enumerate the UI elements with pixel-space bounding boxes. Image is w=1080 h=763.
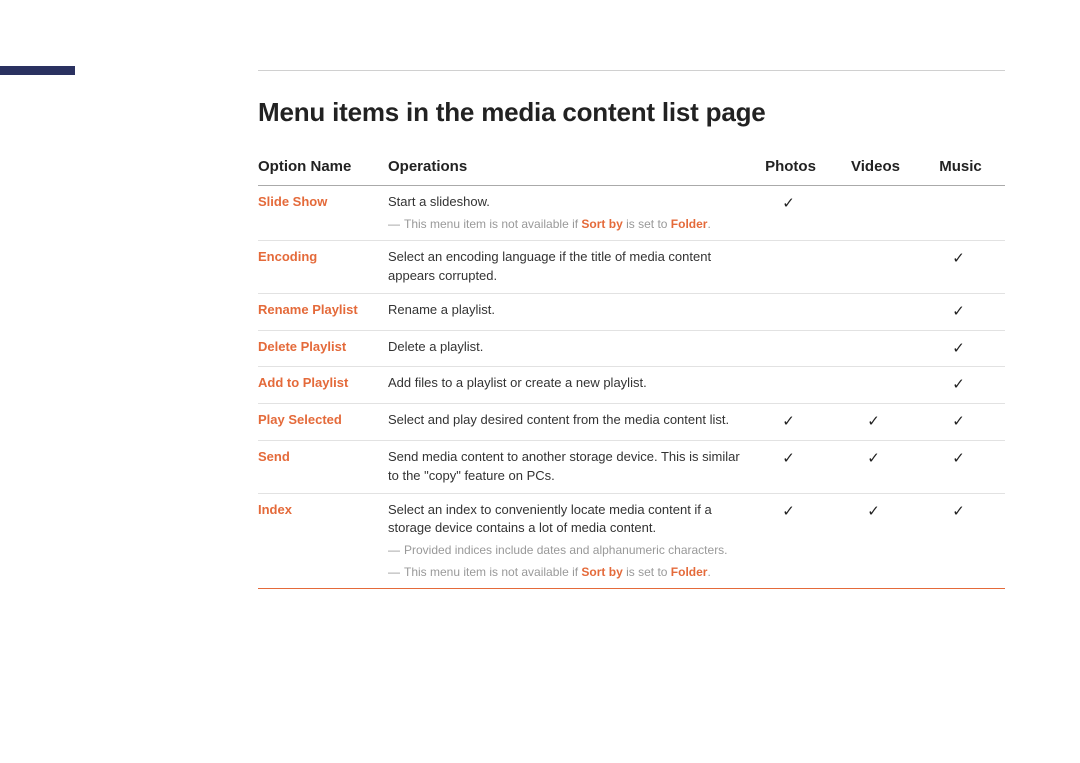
- check-icon: ✓: [782, 195, 795, 212]
- note-text: .: [707, 217, 710, 231]
- note-highlight: Sort by: [581, 217, 622, 231]
- videos-check: ✓: [835, 493, 920, 588]
- option-name: Delete Playlist: [258, 330, 388, 367]
- table-body: Slide ShowStart a slideshow. This menu it…: [258, 186, 1005, 589]
- check-icon: ✓: [782, 413, 795, 430]
- col-header-music: Music: [920, 150, 1005, 186]
- note-highlight: Sort by: [581, 565, 622, 579]
- check-icon: ✓: [952, 250, 965, 267]
- photos-check: [750, 330, 835, 367]
- operation-text: Delete a playlist.: [388, 338, 742, 357]
- table-row: Delete PlaylistDelete a playlist. ✓: [258, 330, 1005, 367]
- videos-check: [835, 186, 920, 241]
- note-highlight: Folder: [671, 217, 708, 231]
- note-text: is set to: [623, 565, 671, 579]
- music-check: ✓: [920, 330, 1005, 367]
- check-icon: ✓: [952, 303, 965, 320]
- operation-cell: Rename a playlist.: [388, 293, 750, 330]
- operation-text: Select an encoding language if the title…: [388, 248, 742, 286]
- check-icon: ✓: [782, 450, 795, 467]
- option-name: Send: [258, 440, 388, 493]
- option-name: Rename Playlist: [258, 293, 388, 330]
- operation-cell: Select and play desired content from the…: [388, 404, 750, 441]
- options-table: Option Name Operations Photos Videos Mus…: [258, 150, 1005, 589]
- note: Provided indices include dates and alpha…: [388, 542, 742, 559]
- operation-text: Send media content to another storage de…: [388, 448, 742, 486]
- check-icon: ✓: [867, 413, 880, 430]
- page: Menu items in the media content list pag…: [0, 0, 1080, 763]
- music-check: [920, 186, 1005, 241]
- photos-check: ✓: [750, 493, 835, 588]
- table-row: Play SelectedSelect and play desired con…: [258, 404, 1005, 441]
- check-icon: ✓: [952, 413, 965, 430]
- operation-cell: Select an encoding language if the title…: [388, 241, 750, 294]
- photos-check: ✓: [750, 440, 835, 493]
- option-name: Index: [258, 493, 388, 588]
- note-text: is set to: [623, 217, 671, 231]
- operation-cell: Delete a playlist.: [388, 330, 750, 367]
- photos-check: [750, 367, 835, 404]
- operation-cell: Select an index to conveniently locate m…: [388, 493, 750, 588]
- check-icon: ✓: [867, 450, 880, 467]
- videos-check: [835, 241, 920, 294]
- videos-check: ✓: [835, 440, 920, 493]
- music-check: ✓: [920, 293, 1005, 330]
- col-header-videos: Videos: [835, 150, 920, 186]
- option-name: Add to Playlist: [258, 367, 388, 404]
- music-check: ✓: [920, 493, 1005, 588]
- col-header-operations: Operations: [388, 150, 750, 186]
- operation-text: Start a slideshow.: [388, 193, 742, 212]
- note-highlight: Folder: [671, 565, 708, 579]
- note-text: .: [707, 565, 710, 579]
- note: This menu item is not available if Sort …: [388, 564, 742, 581]
- operation-text: Add files to a playlist or create a new …: [388, 374, 742, 393]
- music-check: ✓: [920, 404, 1005, 441]
- table-row: Add to PlaylistAdd files to a playlist o…: [258, 367, 1005, 404]
- content-area: Menu items in the media content list pag…: [258, 97, 1005, 589]
- table-row: SendSend media content to another storag…: [258, 440, 1005, 493]
- operation-cell: Send media content to another storage de…: [388, 440, 750, 493]
- option-name: Play Selected: [258, 404, 388, 441]
- table-row: Rename PlaylistRename a playlist. ✓: [258, 293, 1005, 330]
- operation-cell: Start a slideshow. This menu item is not …: [388, 186, 750, 241]
- photos-check: ✓: [750, 186, 835, 241]
- music-check: ✓: [920, 440, 1005, 493]
- photos-check: ✓: [750, 404, 835, 441]
- table-row: Slide ShowStart a slideshow. This menu it…: [258, 186, 1005, 241]
- check-icon: ✓: [952, 450, 965, 467]
- check-icon: ✓: [782, 503, 795, 520]
- check-icon: ✓: [867, 503, 880, 520]
- option-name: Slide Show: [258, 186, 388, 241]
- videos-check: [835, 367, 920, 404]
- operation-text: Select an index to conveniently locate m…: [388, 501, 742, 539]
- videos-check: [835, 330, 920, 367]
- page-title: Menu items in the media content list pag…: [258, 97, 1005, 128]
- col-header-option: Option Name: [258, 150, 388, 186]
- table-row: EncodingSelect an encoding language if t…: [258, 241, 1005, 294]
- table-header-row: Option Name Operations Photos Videos Mus…: [258, 150, 1005, 186]
- photos-check: [750, 293, 835, 330]
- note-text: This menu item is not available if: [404, 565, 581, 579]
- check-icon: ✓: [952, 376, 965, 393]
- music-check: ✓: [920, 367, 1005, 404]
- videos-check: [835, 293, 920, 330]
- table-row: IndexSelect an index to conveniently loc…: [258, 493, 1005, 588]
- operation-cell: Add files to a playlist or create a new …: [388, 367, 750, 404]
- col-header-photos: Photos: [750, 150, 835, 186]
- top-divider: [258, 70, 1005, 71]
- check-icon: ✓: [952, 340, 965, 357]
- note-text: Provided indices include dates and alpha…: [404, 543, 728, 557]
- videos-check: ✓: [835, 404, 920, 441]
- music-check: ✓: [920, 241, 1005, 294]
- operation-text: Select and play desired content from the…: [388, 411, 742, 430]
- option-name: Encoding: [258, 241, 388, 294]
- note: This menu item is not available if Sort …: [388, 216, 742, 233]
- accent-bar: [0, 66, 75, 75]
- operation-text: Rename a playlist.: [388, 301, 742, 320]
- check-icon: ✓: [952, 503, 965, 520]
- photos-check: [750, 241, 835, 294]
- note-text: This menu item is not available if: [404, 217, 581, 231]
